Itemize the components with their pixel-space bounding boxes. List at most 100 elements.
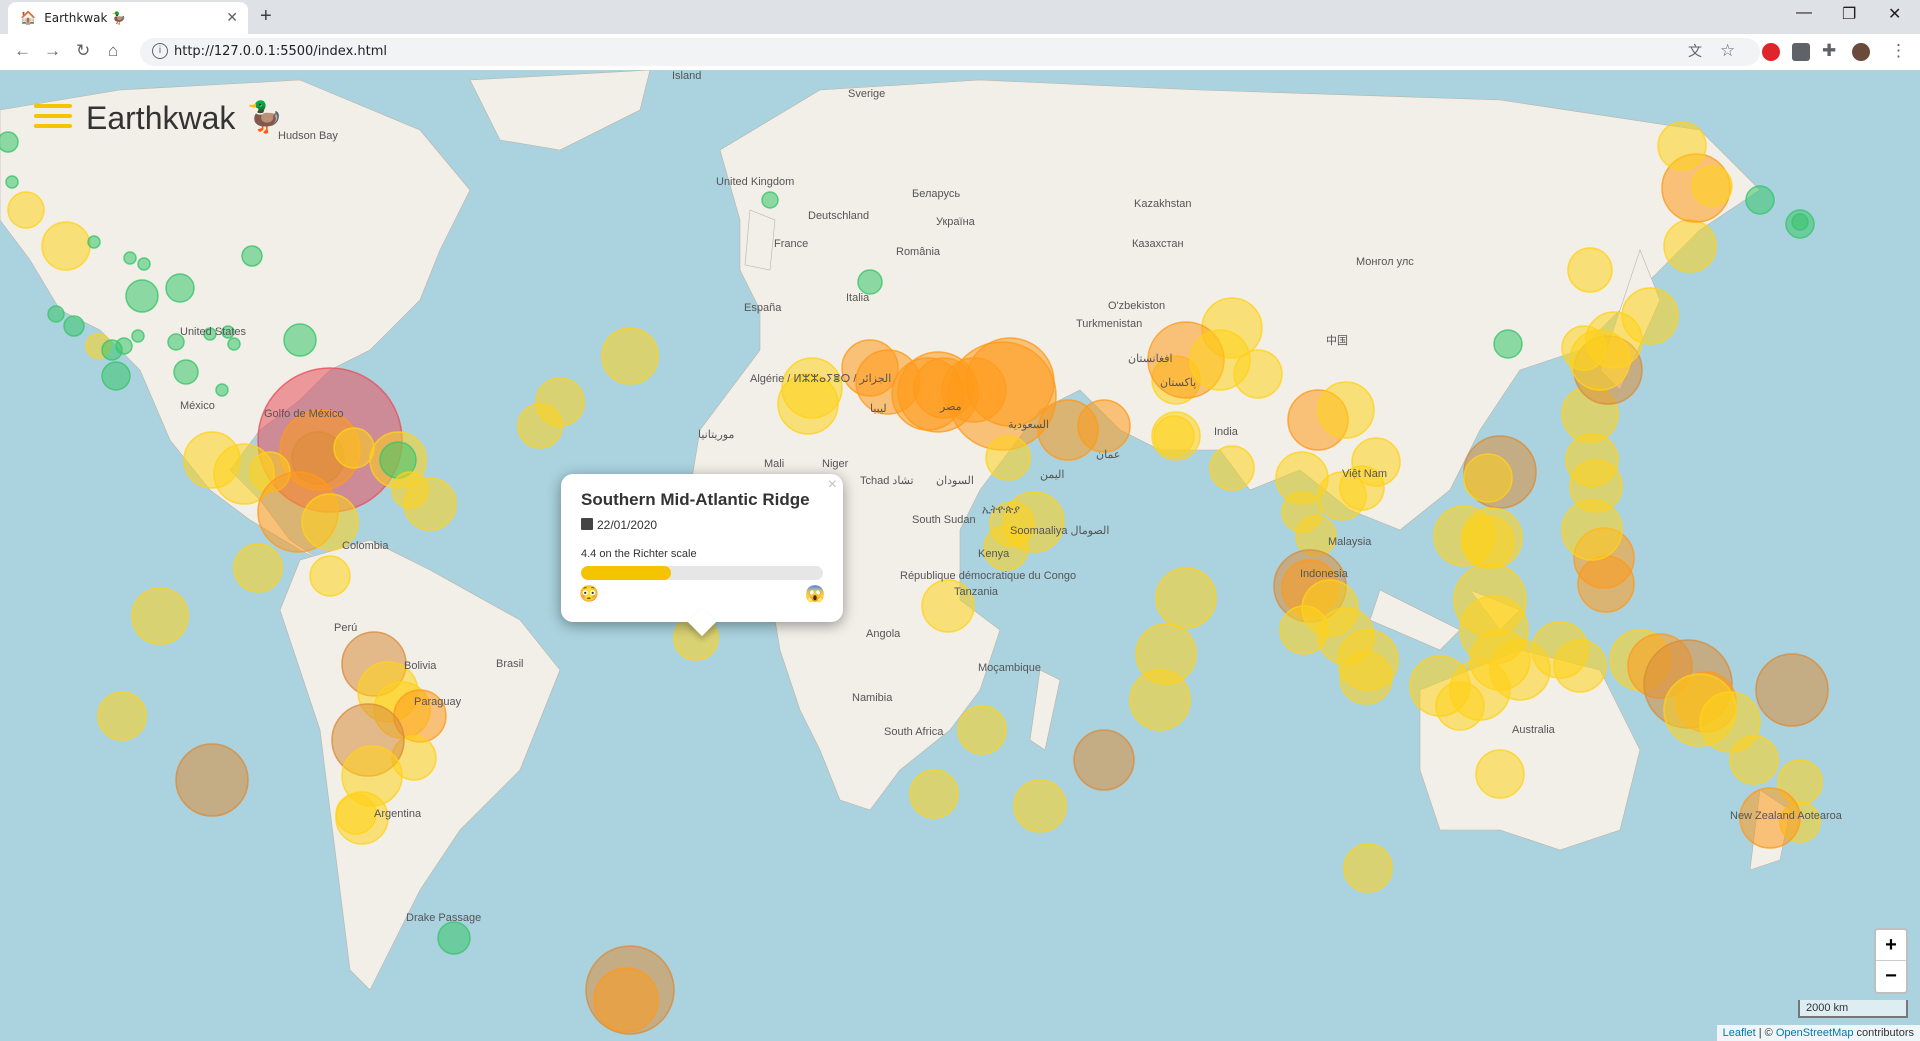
earthquake-marker[interactable] xyxy=(535,377,585,427)
earthquake-marker[interactable] xyxy=(123,251,137,265)
translate-icon[interactable]: 文 xyxy=(1688,41,1702,61)
earthquake-marker[interactable] xyxy=(335,793,377,835)
earthquake-marker[interactable] xyxy=(63,315,85,337)
earthquake-marker[interactable] xyxy=(1343,843,1393,893)
earthquake-marker[interactable] xyxy=(965,337,1055,427)
browser-tab[interactable]: 🏠 Earthkwak 🦆 ✕ xyxy=(8,2,248,34)
earthquake-marker[interactable] xyxy=(857,269,883,295)
earthquake-marker[interactable] xyxy=(437,921,471,955)
home-icon[interactable]: ⌂ xyxy=(108,41,118,61)
earthquake-marker[interactable] xyxy=(131,329,145,343)
earthquake-marker[interactable] xyxy=(1463,453,1513,503)
earthquake-marker[interactable] xyxy=(5,175,19,189)
map-label: République démocratique du Congo xyxy=(900,570,1077,582)
earthquake-marker[interactable] xyxy=(131,587,189,645)
earthquake-marker[interactable] xyxy=(1493,329,1523,359)
facebook-extension-icon[interactable] xyxy=(1792,43,1810,61)
earthquake-marker[interactable] xyxy=(175,743,249,817)
map-label: Island xyxy=(672,70,702,82)
forward-icon[interactable]: → xyxy=(44,41,61,61)
restore-icon[interactable]: ❐ xyxy=(1842,4,1856,24)
earthquake-marker[interactable] xyxy=(125,279,159,313)
earthquake-marker[interactable] xyxy=(1561,325,1607,371)
earthquake-marker[interactable] xyxy=(309,555,351,597)
earthquake-marker[interactable] xyxy=(1567,247,1613,293)
back-icon[interactable]: ← xyxy=(14,41,31,61)
earthquake-marker[interactable] xyxy=(1155,567,1217,629)
minimize-icon[interactable]: — xyxy=(1796,4,1812,22)
earthquake-marker[interactable] xyxy=(761,191,779,209)
earthquake-marker[interactable] xyxy=(233,543,283,593)
earthquake-marker[interactable] xyxy=(165,273,195,303)
earthquake-marker[interactable] xyxy=(1475,749,1525,799)
earthquake-marker[interactable] xyxy=(241,245,263,267)
earthquake-marker[interactable] xyxy=(593,967,659,1033)
address-bar[interactable]: i http://127.0.0.1:5500/index.html xyxy=(140,38,1760,66)
tab-close-icon[interactable]: ✕ xyxy=(226,9,238,26)
earthquake-marker[interactable] xyxy=(41,221,91,271)
earthquake-marker[interactable] xyxy=(7,191,45,229)
earthquake-marker[interactable] xyxy=(1317,381,1375,439)
map-label: Algérie / ⵍⵣⵣⴰⵢⴻⵔ / الجزائر xyxy=(750,373,892,385)
bookmark-star-icon[interactable]: ☆ xyxy=(1720,41,1735,61)
map[interactable]: Island Sverige United Kingdom Deutschland Fr… xyxy=(0,70,1920,1041)
earthquake-marker[interactable] xyxy=(47,305,65,323)
earthquake-marker[interactable] xyxy=(1073,729,1135,791)
zoom-out-button[interactable]: − xyxy=(1876,961,1906,991)
menu-kebab-icon[interactable]: ⋮ xyxy=(1890,41,1907,61)
earthquake-marker[interactable] xyxy=(87,235,101,249)
map-label: South Sudan xyxy=(912,514,976,526)
earthquake-marker[interactable] xyxy=(1755,653,1829,727)
earthquake-marker[interactable] xyxy=(1209,445,1255,491)
earthquake-marker[interactable] xyxy=(227,337,241,351)
earthquake-marker[interactable] xyxy=(97,691,147,741)
earthquake-marker[interactable] xyxy=(1461,507,1523,569)
earthquake-marker[interactable] xyxy=(601,327,659,385)
earthquake-marker[interactable] xyxy=(1691,165,1733,207)
earthquake-marker[interactable] xyxy=(1553,639,1607,693)
earthquake-marker[interactable] xyxy=(215,383,229,397)
earthquake-marker[interactable] xyxy=(1339,651,1393,705)
earthquake-marker[interactable] xyxy=(1663,673,1737,747)
earthquake-marker[interactable] xyxy=(1233,349,1283,399)
earthquake-marker[interactable] xyxy=(1729,735,1779,785)
map-label: Казахстан xyxy=(1132,238,1184,250)
profile-avatar[interactable] xyxy=(1852,43,1870,61)
earthquake-marker[interactable] xyxy=(1745,185,1775,215)
earthquake-marker[interactable] xyxy=(115,337,133,355)
earthquake-marker[interactable] xyxy=(1663,219,1717,273)
earthquake-marker[interactable] xyxy=(957,705,1007,755)
earthquake-marker[interactable] xyxy=(173,359,199,385)
leaflet-link[interactable]: Leaflet xyxy=(1723,1027,1756,1039)
earthquake-marker[interactable] xyxy=(391,471,429,509)
opera-extension-icon[interactable] xyxy=(1762,43,1780,61)
earthquake-marker[interactable] xyxy=(1791,213,1809,231)
earthquake-marker[interactable] xyxy=(333,427,375,469)
earthquake-marker[interactable] xyxy=(1013,779,1067,833)
extensions-puzzle-icon[interactable]: ✚ xyxy=(1822,41,1836,61)
earthquake-marker[interactable] xyxy=(101,361,131,391)
map-label: Australia xyxy=(1512,724,1555,736)
reload-icon[interactable]: ↻ xyxy=(76,41,90,61)
earthquake-marker[interactable] xyxy=(909,769,959,819)
zoom-in-button[interactable]: + xyxy=(1876,930,1906,961)
osm-link[interactable]: OpenStreetMap xyxy=(1776,1027,1854,1039)
new-tab-button[interactable]: + xyxy=(260,5,272,28)
map-label: Tchad تشاد xyxy=(860,475,914,487)
earthquake-marker[interactable] xyxy=(0,131,19,153)
earthquake-marker[interactable] xyxy=(137,257,151,271)
map-label: Deutschland xyxy=(808,210,870,222)
earthquake-marker[interactable] xyxy=(1621,287,1679,345)
close-icon[interactable]: ✕ xyxy=(1888,4,1901,24)
hamburger-menu-button[interactable] xyxy=(34,104,72,130)
earthquake-marker[interactable] xyxy=(1077,399,1131,453)
earthquake-marker[interactable] xyxy=(1151,411,1201,461)
popup-close-button[interactable]: × xyxy=(828,476,837,494)
site-info-icon[interactable]: i xyxy=(152,43,168,59)
earthquake-marker[interactable] xyxy=(1657,121,1707,171)
earthquake-marker[interactable] xyxy=(1003,491,1065,553)
earthquake-marker[interactable] xyxy=(985,435,1031,481)
earthquake-marker[interactable] xyxy=(1129,669,1191,731)
attribution: Leaflet | © OpenStreetMap contributors xyxy=(1716,1025,1920,1041)
earthquake-marker[interactable] xyxy=(283,323,317,357)
